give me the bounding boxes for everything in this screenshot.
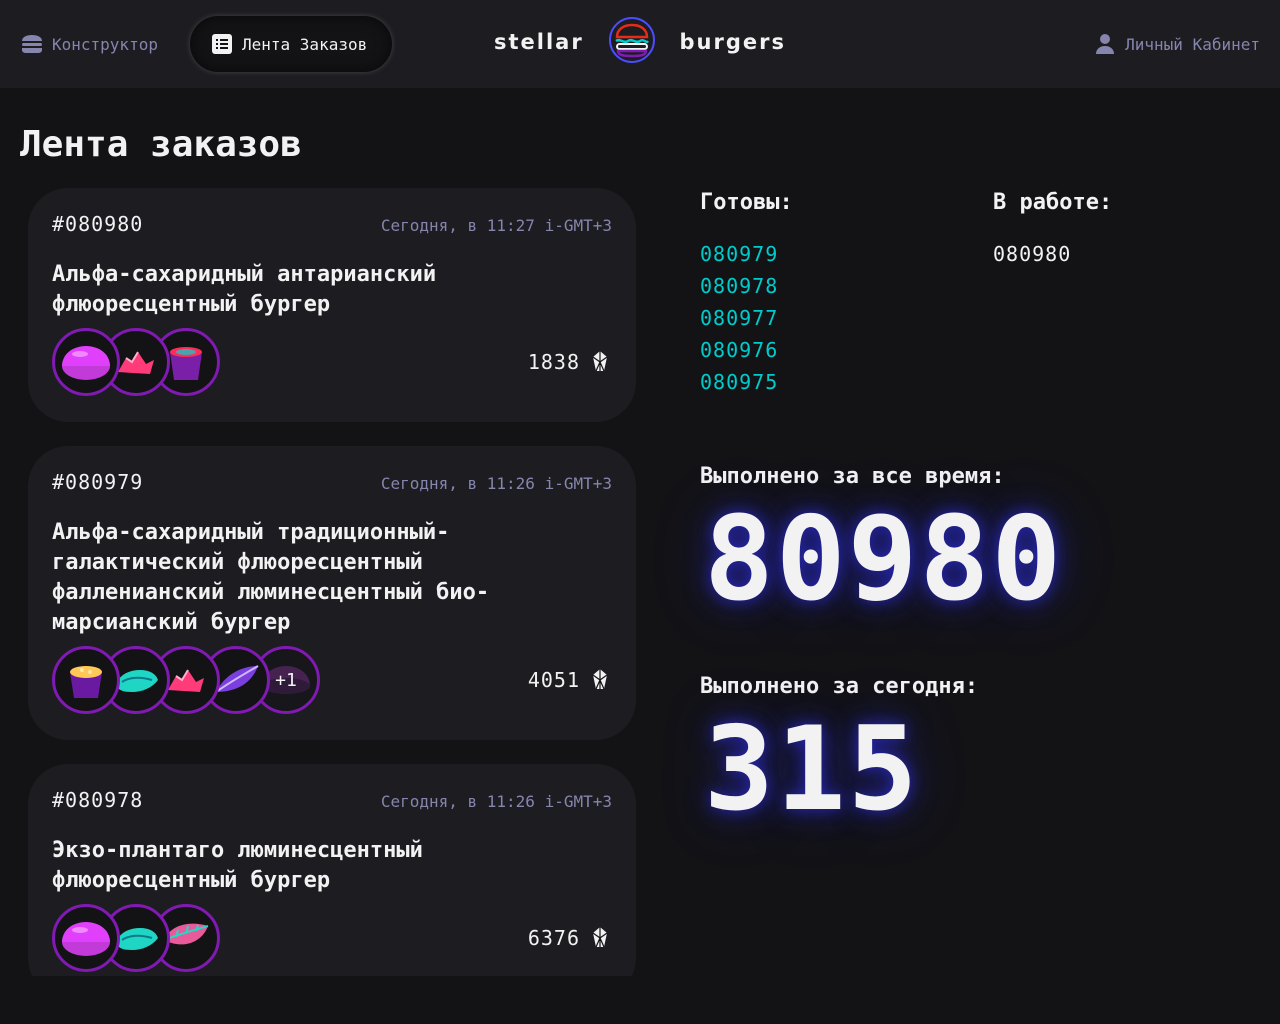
stellar-burgers-logo[interactable]: stellar burgers [494,16,786,68]
order-number: #080980 [52,212,144,236]
in-work-title: В работе: [993,190,1113,215]
order-price: 4051 [528,668,612,692]
ready-title: Готовы: [700,190,793,215]
ready-order-number: 080979 [700,242,779,266]
list-icon [210,32,234,56]
nav-account-link[interactable]: Личный Кабинет [1093,16,1260,72]
logo-text-right: burgers [679,30,786,54]
logo-burger-icon [608,16,656,68]
order-number: #080979 [52,470,144,494]
nav-account-label: Личный Кабинет [1125,34,1260,54]
logo-text-left: stellar [494,30,584,54]
total-done-label: Выполнено за все время: [700,464,1005,489]
order-ingredients: +1 [52,646,320,714]
currency-icon [588,668,612,692]
order-price: 6376 [528,926,612,950]
order-card[interactable]: #080979 Сегодня, в 11:26 i-GMT+3 Альфа-с… [28,446,636,740]
price-value: 4051 [527,668,580,692]
ready-order-number: 080976 [700,338,779,362]
order-time: Сегодня, в 11:26 i-GMT+3 [380,792,612,811]
ready-order-number: 080977 [700,306,779,330]
today-done-label: Выполнено за сегодня: [700,674,979,699]
burger-icon [20,32,44,56]
page-title: Лента заказов [20,124,302,165]
app-header: Конструктор Лента Заказов stellar burger… [0,0,1280,88]
today-done-value: 315 [704,702,920,837]
order-ingredients [52,904,220,972]
orders-feed[interactable]: #080980 Сегодня, в 11:27 i-GMT+3 Альфа-с… [28,188,636,976]
total-done-value: 80980 [704,492,1064,627]
price-value: 6376 [527,926,580,950]
currency-icon [588,926,612,950]
order-name: Альфа-сахаридный традиционный-галактичес… [52,520,490,635]
order-number: #080978 [52,788,144,812]
ready-orders-list: 080979 080978 080977 080976 080975 [700,242,778,402]
nav-constructor-label: Конструктор [52,34,158,54]
nav-feed-link[interactable]: Лента Заказов [190,16,392,72]
ready-order-number: 080975 [700,370,779,394]
order-price: 1838 [528,350,612,374]
price-value: 1838 [527,350,580,374]
bun-purple-icon [52,904,120,972]
nav-constructor-link[interactable]: Конструктор [20,16,158,72]
order-card[interactable]: #080980 Сегодня, в 11:27 i-GMT+3 Альфа-с… [28,188,636,422]
order-time: Сегодня, в 11:26 i-GMT+3 [380,474,612,493]
in-work-orders-list: 080980 [993,242,1071,274]
sauce-cheese-icon [52,646,120,714]
profile-icon [1093,32,1117,56]
bun-purple-icon [52,328,120,396]
currency-icon [588,350,612,374]
order-name: Альфа-сахаридный антарианский флюоресцен… [52,262,437,317]
order-time: Сегодня, в 11:27 i-GMT+3 [380,216,612,235]
ready-order-number: 080978 [700,274,779,298]
nav-feed-label: Лента Заказов [242,34,368,54]
in-work-order-number: 080980 [993,242,1072,266]
order-ingredients [52,328,220,396]
order-card[interactable]: #080978 Сегодня, в 11:26 i-GMT+3 Экзо-пл… [28,764,636,976]
order-name: Экзо-плантаго люминесцентный флюоресцент… [52,838,423,893]
